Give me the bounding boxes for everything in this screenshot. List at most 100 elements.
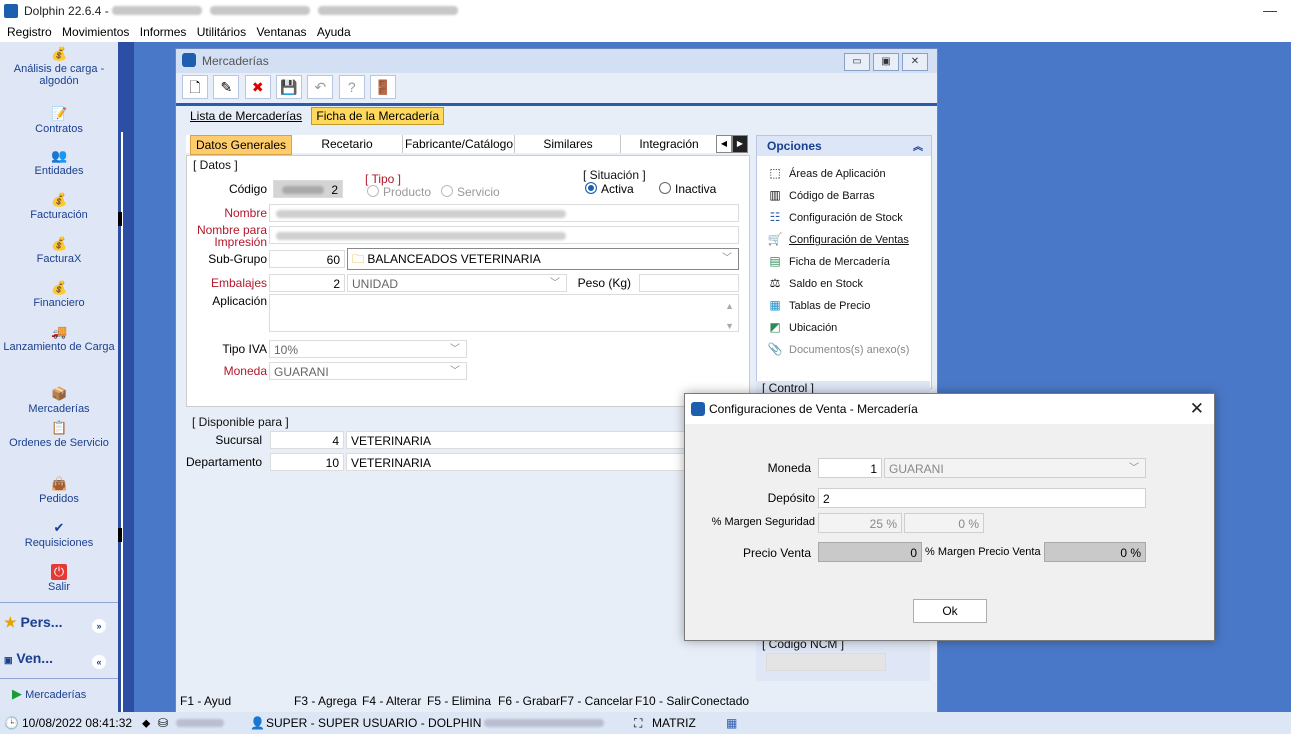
app-icon [691, 402, 705, 416]
option-areas-aplicacion[interactable]: ⬚ Áreas de Aplicación [767, 166, 885, 180]
tab-ficha-mercaderia[interactable]: Ficha de la Mercadería [311, 107, 445, 125]
window-close-button[interactable]: ✕ [902, 53, 928, 71]
dialog-moneda-select[interactable]: GUARANI ﹀ [884, 458, 1146, 478]
aplicacion-textarea[interactable]: ▲ ▼ [269, 294, 739, 332]
option-configuracion-ventas[interactable]: 🛒 Configuración de Ventas [767, 232, 909, 246]
option-documentos-anexos[interactable]: 📎 Documentos(s) anexo(s) [767, 342, 910, 356]
tab-recetario[interactable]: Recetario [292, 135, 403, 153]
sidebar-group-pers[interactable]: ★ Pers... » [4, 614, 114, 640]
option-tablas-precio[interactable]: ▦ Tablas de Precio [767, 298, 870, 312]
scroll-down-icon[interactable]: ▼ [725, 317, 734, 331]
embalajes-code-field[interactable]: 2 [269, 274, 345, 292]
sidebar-footer-mercaderias[interactable]: ▶ Mercaderías [12, 686, 86, 702]
menu-utilitarios[interactable]: Utilitários [197, 22, 246, 39]
status-connection: Conectado [691, 694, 750, 708]
sidebar-item-contratos[interactable]: 📝 Contratos [0, 106, 118, 135]
minimize-button[interactable]: — [1263, 2, 1277, 18]
tipo-servicio-radio[interactable]: Servicio [441, 185, 500, 199]
dialog-margen-seguridad-field[interactable]: 25 % [818, 513, 902, 533]
ok-button[interactable]: Ok [913, 599, 987, 623]
option-codigo-barras[interactable]: ▥ Código de Barras [767, 188, 874, 202]
dialog-deposito-field[interactable]: 2 [818, 488, 1146, 508]
sucursal-code-field[interactable]: 4 [270, 431, 344, 449]
menu-ventanas[interactable]: Ventanas [256, 22, 306, 39]
departamento-code-field[interactable]: 10 [270, 453, 344, 471]
sucursal-name-field[interactable]: VETERINARIA [346, 431, 686, 449]
subgrupo-select[interactable]: 🗀 BALANCEADOS VETERINARIA ﹀ [347, 248, 739, 270]
tab-datos-generales[interactable]: Datos Generales [190, 135, 292, 155]
tab-similares[interactable]: Similares [516, 135, 621, 153]
option-saldo-stock[interactable]: ⚖ Saldo en Stock [767, 276, 863, 290]
chevron-up-icon[interactable]: « [92, 655, 106, 669]
app-icon [4, 4, 18, 18]
sidebar-item-financiero[interactable]: 💰 Financiero [0, 280, 118, 309]
nombre-impresion-field[interactable] [269, 226, 739, 244]
tab-fabricante-catalogo[interactable]: Fabricante/Catálogo [404, 135, 515, 153]
menu-registro[interactable]: Registro [7, 22, 52, 39]
sidebar-item-lanzamiento-carga[interactable]: 🚚 Lanzamiento de Carga [0, 324, 118, 353]
option-configuracion-stock[interactable]: ☷ Configuración de Stock [767, 210, 903, 224]
moneda-select[interactable]: GUARANI ﹀ [269, 362, 467, 380]
chevron-down-icon: ﹀ [450, 366, 460, 377]
menu-movimientos[interactable]: Movimientos [62, 22, 129, 39]
user-info: SUPER - SUPER USUARIO - DOLPHIN [266, 716, 482, 730]
calculator-icon[interactable]: ▦ [726, 716, 737, 730]
tipo-iva-select[interactable]: 10% ﹀ [269, 340, 467, 358]
option-ubicacion[interactable]: ◩ Ubicación [767, 320, 837, 334]
chevron-down-icon[interactable]: » [92, 619, 106, 633]
sidebar-item-analisis-carga[interactable]: 💰 Análisis de carga - algodón [0, 46, 118, 87]
situacion-activa-radio[interactable]: Activa [585, 182, 634, 196]
tipo-producto-radio[interactable]: Producto [367, 185, 431, 199]
tab-scroll-right-icon[interactable]: ▶ [732, 135, 748, 153]
dialog-margen-seguridad-field-2[interactable]: 0 % [904, 513, 984, 533]
nombre-field[interactable] [269, 204, 739, 222]
sidebar-item-pedidos[interactable]: 👜 Pedidos [0, 476, 118, 505]
save-icon[interactable]: 💾 [276, 75, 303, 99]
departamento-name-field[interactable]: VETERINARIA [346, 453, 686, 471]
window-maximize-button[interactable]: ▣ [873, 53, 899, 71]
delete-icon[interactable]: ✖ [244, 75, 271, 99]
subgrupo-code-field[interactable]: 60 [269, 250, 345, 268]
dialog-title: Configuraciones de Venta - Mercadería [709, 402, 918, 416]
sidebar-item-facturacion[interactable]: 💰 Facturación [0, 192, 118, 221]
codigo-field[interactable]: 2 [273, 180, 343, 198]
close-icon[interactable]: ✕ [1190, 399, 1204, 419]
exit-icon[interactable]: 🚪 [370, 75, 397, 99]
help-icon[interactable]: ? [338, 75, 365, 99]
status-f7: F7 - Cancelar [560, 694, 633, 708]
dialog-margen-precio-field[interactable]: 0 % [1044, 542, 1146, 562]
inner-tabs: Datos Generales Recetario Fabricante/Cat… [186, 135, 748, 155]
tab-scroll-left-icon[interactable]: ◀ [716, 135, 732, 153]
sidebar-item-facturax[interactable]: 💰 FacturaX [0, 236, 118, 265]
sidebar-item-ordenes-servicio[interactable]: 📋 Ordenes de Servicio [0, 420, 118, 449]
sidebar-group-ven[interactable]: ▣ Ven... « [4, 650, 114, 676]
undo-icon[interactable]: ↶ [307, 75, 334, 99]
edit-icon[interactable]: ✎ [213, 75, 240, 99]
embalajes-select[interactable]: UNIDAD ﹀ [347, 274, 567, 292]
new-icon[interactable]: 🗋 [182, 75, 208, 99]
menu-informes[interactable]: Informes [140, 22, 187, 39]
splitter-handle[interactable] [118, 528, 122, 542]
situacion-legend: [ Situación ] [583, 168, 646, 182]
dialog-moneda-code-field[interactable]: 1 [818, 458, 882, 478]
tab-integracion[interactable]: Integración [622, 135, 716, 153]
peso-field[interactable] [639, 274, 739, 292]
blurred-value [282, 186, 324, 194]
opciones-header[interactable]: Opciones ︽ [757, 136, 931, 156]
window-minimize-button[interactable]: ▭ [844, 53, 870, 71]
tab-lista-mercaderias[interactable]: Lista de Mercaderías [186, 108, 306, 124]
sidebar-item-entidades[interactable]: 👥 Entidades [0, 148, 118, 177]
sidebar-item-requisiciones[interactable]: ✔ Requisiciones [0, 520, 118, 549]
sidebar-splitter[interactable] [118, 42, 134, 712]
splitter-handle[interactable] [118, 212, 122, 226]
sidebar-item-mercaderias[interactable]: 📦 Mercaderías [0, 386, 118, 415]
chevron-up-icon[interactable]: ︽ [913, 138, 923, 153]
bag-icon: 👜 [51, 476, 68, 491]
menu-ayuda[interactable]: Ayuda [317, 22, 351, 39]
option-ficha-mercaderia[interactable]: ▤ Ficha de Mercadería [767, 254, 890, 268]
scroll-up-icon[interactable]: ▲ [725, 297, 734, 315]
ncm-field[interactable] [766, 653, 886, 671]
sidebar-item-salir[interactable]: ⏻ Salir [0, 564, 118, 593]
situacion-inactiva-radio[interactable]: Inactiva [659, 182, 716, 196]
dialog-precio-venta-field[interactable]: 0 [818, 542, 922, 562]
